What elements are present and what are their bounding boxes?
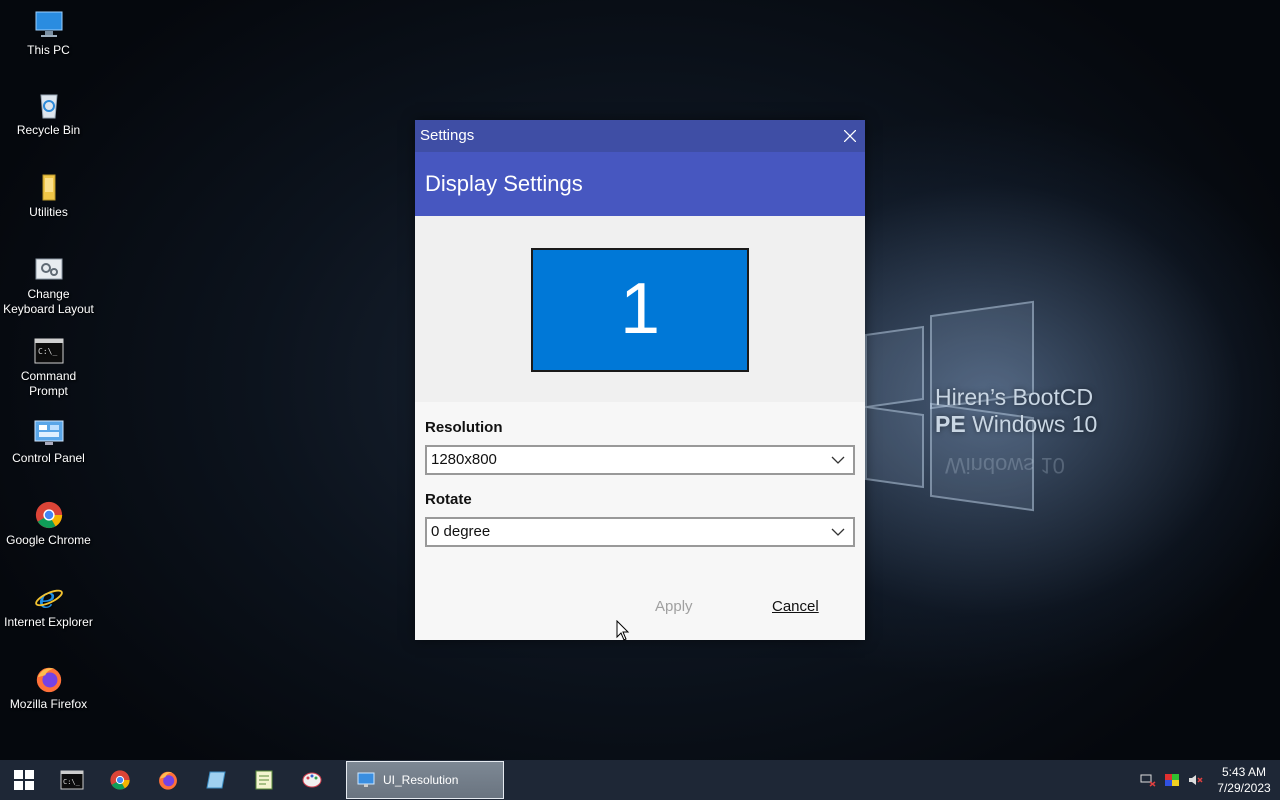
desktop-icon-this-pc[interactable]: This PC — [0, 10, 97, 58]
cancel-button[interactable]: Cancel — [772, 598, 819, 615]
desktop-icon-label: Google Chrome — [6, 533, 91, 547]
desktop-icon-label: Command Prompt — [20, 369, 77, 398]
taskbar: C:\_ UI_Resolution 5:43 AM 7/29/2023 — [0, 760, 1280, 800]
resolution-label: Resolution — [425, 419, 503, 436]
paint-icon — [302, 772, 322, 788]
display-settings-icon — [357, 772, 375, 787]
rotate-label: Rotate — [425, 491, 472, 508]
desktop-icon-command-prompt[interactable]: C:\_ Command Prompt — [0, 336, 97, 399]
taskbar-task-ui-resolution[interactable]: UI_Resolution — [346, 761, 504, 799]
desktop-icon-label: Control Panel — [12, 451, 85, 465]
clock-date: 7/29/2023 — [1217, 781, 1271, 795]
mouse-cursor-icon — [616, 620, 630, 641]
close-icon — [844, 130, 856, 142]
brand-reflection: Windows 10 — [945, 453, 1065, 478]
rotate-value: 0 degree — [431, 523, 491, 540]
task-label: UI_Resolution — [383, 773, 459, 787]
file-manager-icon — [206, 771, 226, 789]
computer-icon — [33, 10, 65, 40]
tray-display[interactable] — [1160, 760, 1184, 800]
desktop-icon-label: Mozilla Firefox — [9, 697, 88, 711]
control-panel-icon — [33, 418, 65, 448]
desktop-icon-change-keyboard-layout[interactable]: Change Keyboard Layout — [0, 254, 97, 317]
desktop-icon-label: Utilities — [29, 205, 68, 219]
keyboard-settings-icon — [33, 254, 65, 284]
taskbar-paint[interactable] — [288, 760, 336, 800]
desktop-icon-recycle-bin[interactable]: Recycle Bin — [0, 90, 97, 138]
start-button[interactable] — [0, 760, 48, 800]
firefox-icon — [33, 664, 65, 694]
desktop-icon-utilities[interactable]: Utilities — [0, 172, 97, 220]
terminal-icon: C:\_ — [33, 336, 65, 366]
wallpaper-brand-text: Hiren’s BootCD PE Windows 10 — [935, 384, 1097, 438]
ie-icon: e — [33, 581, 65, 614]
network-icon — [1140, 774, 1156, 787]
window-title: Settings — [420, 127, 475, 144]
taskbar-file-manager[interactable] — [192, 760, 240, 800]
desktop-icon-control-panel[interactable]: Control Panel — [0, 418, 97, 466]
system-tray: 5:43 AM 7/29/2023 — [1136, 760, 1280, 800]
monitor-1-tile[interactable]: 1 — [531, 248, 749, 372]
desktop-icon-mozilla-firefox[interactable]: Mozilla Firefox — [0, 664, 97, 712]
taskbar-firefox[interactable] — [144, 760, 192, 800]
windows-start-icon — [14, 770, 34, 790]
taskbar-notepad[interactable] — [240, 760, 288, 800]
desktop-icon-label: This PC — [27, 43, 70, 57]
clock-time: 5:43 AM — [1221, 765, 1267, 779]
taskbar-chrome[interactable] — [96, 760, 144, 800]
close-button[interactable] — [835, 120, 865, 152]
firefox-icon — [159, 771, 177, 790]
taskbar-command-prompt[interactable]: C:\_ — [48, 760, 96, 800]
tray-network[interactable] — [1136, 760, 1160, 800]
terminal-icon: C:\_ — [60, 770, 84, 790]
color-display-icon — [1165, 774, 1179, 786]
volume-muted-icon — [1189, 775, 1203, 785]
window-titlebar[interactable]: Settings — [415, 120, 865, 152]
chrome-icon — [33, 500, 65, 530]
desktop-icon-internet-explorer[interactable]: e Internet Explorer — [0, 581, 97, 630]
svg-text:C:\_: C:\_ — [63, 778, 81, 786]
desktop-icon-label: Recycle Bin — [16, 123, 81, 137]
brand-line2-rest: Windows 10 — [965, 411, 1098, 437]
brand-line1: Hiren’s BootCD — [935, 384, 1094, 410]
desktop-icon-label: Change Keyboard Layout — [3, 287, 94, 316]
desktop-icon-label: Internet Explorer — [4, 615, 93, 629]
chevron-down-icon — [831, 528, 845, 536]
apply-button[interactable]: Apply — [655, 598, 693, 615]
taskbar-clock[interactable]: 5:43 AM 7/29/2023 — [1208, 764, 1280, 796]
notepad-icon — [255, 770, 273, 790]
rotate-dropdown[interactable]: 0 degree — [425, 517, 855, 547]
brand-line2-bold: PE — [935, 411, 966, 437]
page-title: Display Settings — [415, 152, 865, 216]
button-row: Apply Cancel — [415, 598, 865, 628]
recycle-bin-icon — [33, 90, 65, 120]
svg-text:C:\_: C:\_ — [38, 347, 57, 356]
resolution-dropdown[interactable]: 1280x800 — [425, 445, 855, 475]
settings-form: Resolution 1280x800 Rotate 0 degree Appl… — [415, 402, 865, 640]
folder-icon — [33, 172, 65, 202]
resolution-value: 1280x800 — [431, 451, 497, 468]
settings-window: Settings Display Settings 1 Resolution 1… — [415, 120, 865, 640]
tray-volume[interactable] — [1184, 760, 1208, 800]
display-preview-area: 1 — [415, 216, 865, 402]
chrome-icon — [110, 770, 130, 790]
desktop-icon-google-chrome[interactable]: Google Chrome — [0, 500, 97, 548]
chevron-down-icon — [831, 456, 845, 464]
